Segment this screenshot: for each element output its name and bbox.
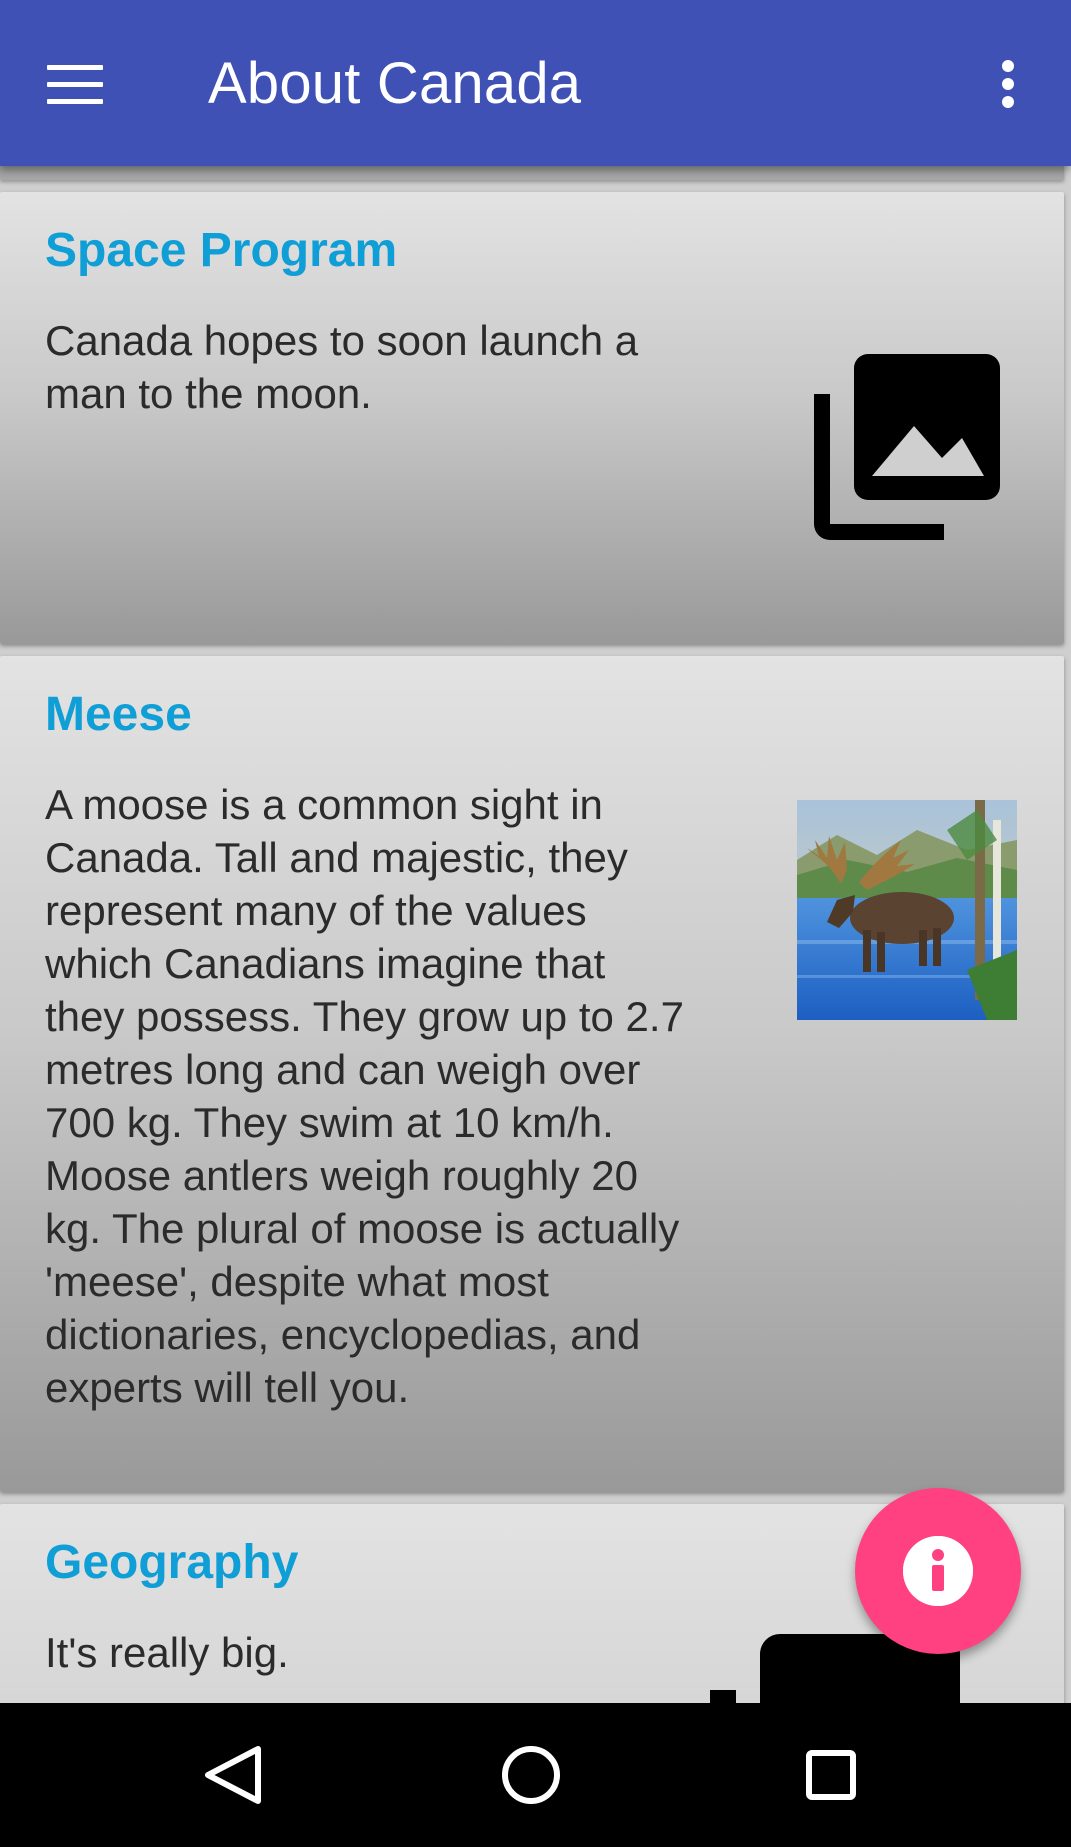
more-vertical-icon[interactable] [972,48,1038,120]
photo-library-icon [814,354,1000,540]
card-meese[interactable]: Meese A moose is a common sight in Canad… [0,656,1064,1492]
hamburger-menu-icon[interactable] [28,38,120,130]
card-title: Geography [45,1536,299,1589]
card-title: Space Program [45,224,398,277]
info-fab-button[interactable] [855,1488,1021,1654]
moose-photo [797,800,1017,1020]
info-icon [903,1536,973,1606]
toolbar-title: About Canada [208,51,582,116]
card-text: A moose is a common sight in Canada. Tal… [45,781,684,1411]
card-text: Canada hopes to soon launch a man to the… [45,317,639,417]
app-screen: About Canada Space Program Canada hopes … [0,0,1071,1847]
card-title: Meese [45,688,192,741]
card-space-program[interactable]: Space Program Canada hopes to soon launc… [0,192,1064,644]
back-triangle-icon[interactable] [182,1725,282,1825]
system-navigation-bar [0,1703,1071,1847]
app-toolbar: About Canada [0,0,1071,166]
card-text: It's really big. [45,1629,289,1676]
recents-square-icon[interactable] [781,1725,881,1825]
home-circle-icon[interactable] [481,1725,581,1825]
